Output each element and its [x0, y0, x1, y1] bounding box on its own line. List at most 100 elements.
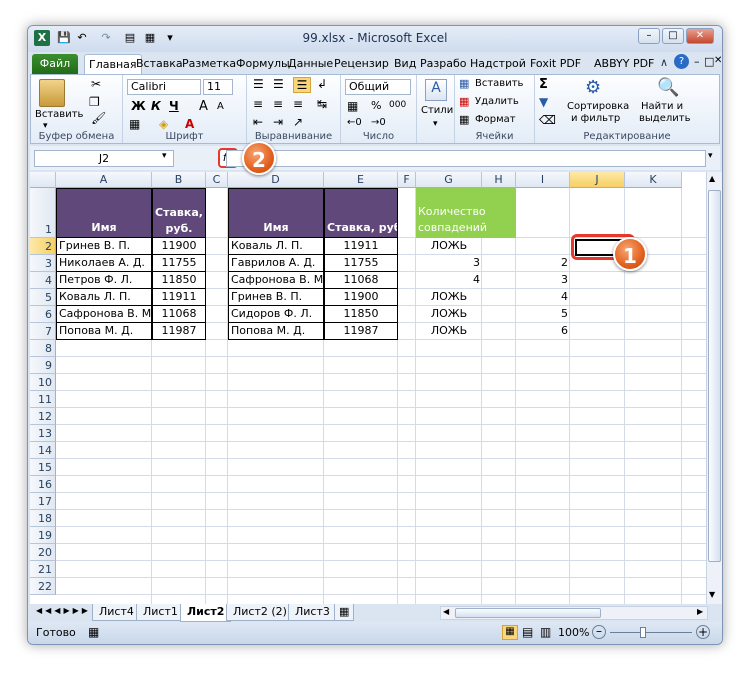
- format-cells-button[interactable]: Формат: [475, 114, 516, 125]
- fill-color-icon[interactable]: ◈: [159, 117, 168, 131]
- table2-name-cell[interactable]: Гаврилов А. Д.: [228, 255, 324, 272]
- row-header-1[interactable]: 1: [30, 188, 56, 238]
- table1-rate-cell[interactable]: 11911: [152, 289, 206, 306]
- page-break-view-icon[interactable]: ▥: [540, 625, 551, 639]
- table1-name-cell[interactable]: Николаев А. Д.: [56, 255, 152, 272]
- zoom-level[interactable]: 100%: [558, 626, 589, 639]
- match-result-cell[interactable]: ЛОЖЬ: [416, 306, 482, 323]
- find-select-button-line2[interactable]: выделить: [639, 113, 690, 124]
- copy-icon[interactable]: ❐: [89, 95, 100, 109]
- column-header-E[interactable]: E: [324, 172, 398, 188]
- row-header-21[interactable]: 21: [30, 561, 56, 578]
- row-header-7[interactable]: 7: [30, 323, 56, 340]
- table2-rate-cell[interactable]: 11911: [324, 238, 398, 255]
- row-header-4[interactable]: 4: [30, 272, 56, 289]
- table1-name-cell[interactable]: Гринев В. П.: [56, 238, 152, 255]
- column-header-B[interactable]: B: [152, 172, 206, 188]
- sheet-nav-icons[interactable]: ◀◀◀▶▶▶: [36, 606, 91, 615]
- name-box[interactable]: J2: [34, 150, 174, 167]
- tab-foxit-pdf[interactable]: Foxit PDF: [526, 54, 585, 74]
- sort-filter-button[interactable]: Сортировка: [567, 101, 629, 112]
- scroll-left-icon[interactable]: ◀: [443, 607, 449, 616]
- column-header-H[interactable]: H: [482, 172, 516, 188]
- workbook-close-icon[interactable]: ✕: [714, 55, 722, 66]
- decrease-indent-icon[interactable]: ⇤: [253, 115, 263, 129]
- row-header-14[interactable]: 14: [30, 442, 56, 459]
- maximize-button[interactable]: □: [662, 28, 684, 44]
- table1-name-cell[interactable]: Сафронова В. М.: [56, 306, 152, 323]
- table1-name-cell[interactable]: Петров Ф. Л.: [56, 272, 152, 289]
- column-header-A[interactable]: A: [56, 172, 152, 188]
- header-rate-1[interactable]: Ставка, руб.: [152, 188, 206, 238]
- row-header-17[interactable]: 17: [30, 493, 56, 510]
- sheet-tab-list2[interactable]: Лист2: [180, 604, 232, 622]
- row-header-3[interactable]: 3: [30, 255, 56, 272]
- column-header-J[interactable]: J: [570, 172, 625, 188]
- row-header-13[interactable]: 13: [30, 425, 56, 442]
- table1-name-cell[interactable]: Коваль Л. П.: [56, 289, 152, 306]
- table1-rate-cell[interactable]: 11755: [152, 255, 206, 272]
- name-box-dropdown-icon[interactable]: ▾: [162, 151, 167, 161]
- align-center-icon[interactable]: ≡: [273, 97, 283, 111]
- index-cell[interactable]: 2: [516, 255, 570, 272]
- grow-font-button[interactable]: A: [199, 99, 208, 114]
- index-cell[interactable]: [516, 238, 570, 255]
- vertical-scrollbar[interactable]: ▲ ▼: [706, 172, 722, 604]
- column-header-D[interactable]: D: [228, 172, 324, 188]
- orientation-icon[interactable]: ↗: [293, 115, 303, 129]
- zoom-slider-track[interactable]: [610, 632, 692, 633]
- align-bottom-icon[interactable]: ☰: [293, 77, 311, 93]
- table2-rate-cell[interactable]: 11068: [324, 272, 398, 289]
- row-header-22[interactable]: 22: [30, 578, 56, 595]
- sheet-tab-list4[interactable]: Лист4: [92, 604, 141, 621]
- column-header-F[interactable]: F: [398, 172, 416, 188]
- minimize-button[interactable]: –: [638, 28, 660, 44]
- index-cell[interactable]: 3: [516, 272, 570, 289]
- h-scroll-thumb[interactable]: [455, 608, 601, 618]
- font-color-icon[interactable]: A: [185, 117, 194, 131]
- header-match-count[interactable]: Количество совпадений: [416, 188, 516, 238]
- tab-page-layout[interactable]: Разметка: [178, 54, 240, 74]
- ribbon-minimize-icon[interactable]: ∧: [660, 56, 668, 69]
- format-painter-icon[interactable]: 🖌: [91, 111, 106, 125]
- align-left-icon[interactable]: ≡: [253, 97, 263, 111]
- styles-button[interactable]: Стили: [421, 105, 453, 116]
- table2-rate-cell[interactable]: 11850: [324, 306, 398, 323]
- workbook-restore-icon[interactable]: □: [704, 55, 714, 68]
- column-header-K[interactable]: K: [625, 172, 682, 188]
- row-header-15[interactable]: 15: [30, 459, 56, 476]
- row-header-12[interactable]: 12: [30, 408, 56, 425]
- delete-cells-icon[interactable]: ▦: [459, 95, 469, 108]
- column-header-I[interactable]: I: [516, 172, 570, 188]
- italic-button[interactable]: К: [151, 99, 161, 113]
- find-select-icon[interactable]: 🔍: [657, 77, 679, 98]
- wrap-text-icon[interactable]: ↲: [317, 77, 327, 91]
- macro-record-icon[interactable]: ▦: [88, 625, 99, 639]
- paste-icon[interactable]: [39, 79, 65, 107]
- format-cells-icon[interactable]: ▦: [459, 113, 469, 126]
- table1-rate-cell[interactable]: 11987: [152, 323, 206, 340]
- align-middle-icon[interactable]: ☰: [273, 77, 284, 91]
- sheet-tab-list1[interactable]: Лист1: [136, 604, 185, 621]
- row-header-11[interactable]: 11: [30, 391, 56, 408]
- table1-rate-cell[interactable]: 11850: [152, 272, 206, 289]
- decrease-decimal-icon[interactable]: →0: [371, 117, 386, 128]
- tab-addins[interactable]: Надстрой: [466, 54, 530, 74]
- row-header-20[interactable]: 20: [30, 544, 56, 561]
- font-name-select[interactable]: Calibri: [127, 79, 201, 95]
- table2-name-cell[interactable]: Попова М. Д.: [228, 323, 324, 340]
- cut-icon[interactable]: ✂: [91, 77, 101, 91]
- row-header-18[interactable]: 18: [30, 510, 56, 527]
- styles-icon[interactable]: A: [425, 79, 447, 101]
- header-name-1[interactable]: Имя: [56, 188, 152, 238]
- match-result-cell[interactable]: 3: [416, 255, 482, 272]
- row-header-6[interactable]: 6: [30, 306, 56, 323]
- header-rate-2[interactable]: Ставка, руб.: [324, 188, 398, 238]
- table2-name-cell[interactable]: Коваль Л. П.: [228, 238, 324, 255]
- zoom-in-icon[interactable]: +: [696, 625, 710, 639]
- select-all-corner[interactable]: [30, 172, 56, 188]
- column-header-C[interactable]: C: [206, 172, 228, 188]
- index-cell[interactable]: 4: [516, 289, 570, 306]
- underline-button[interactable]: Ч: [169, 99, 179, 113]
- header-name-2[interactable]: Имя: [228, 188, 324, 238]
